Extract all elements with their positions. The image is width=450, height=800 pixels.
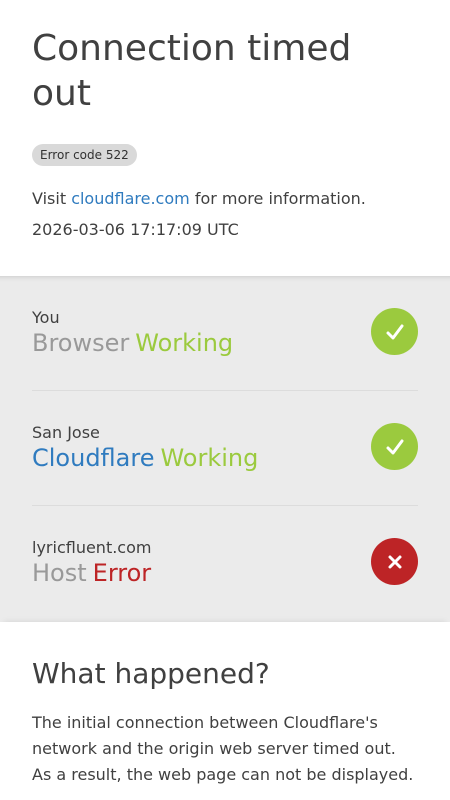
checkmark-glyph (386, 324, 403, 339)
row-state: Working (135, 329, 234, 357)
checkmark-icon (371, 423, 418, 470)
checkmark-icon (371, 308, 418, 355)
what-happened-section: What happened? The initial connection be… (0, 622, 450, 800)
row-location: lyricfluent.com (32, 538, 152, 557)
row-state: Error (92, 559, 152, 587)
status-row-host: lyricfluent.com Host Error (32, 506, 418, 621)
info-prefix: Visit (32, 189, 72, 208)
checkmark-glyph (386, 439, 403, 454)
what-happened-heading: What happened? (32, 657, 270, 690)
info-suffix: for more information. (189, 189, 366, 208)
x-glyph (388, 555, 401, 568)
status-row-cloudflare: San Jose Cloudflare Working (32, 391, 418, 506)
row-main: Browser Working (32, 328, 233, 358)
cloudflare-link[interactable]: cloudflare.com (71, 189, 190, 208)
error-header: Connection timed out Error code 522 Visi… (0, 0, 450, 252)
row-name: Host (32, 559, 87, 587)
row-state: Working (160, 444, 259, 472)
row-main: Host Error (32, 558, 151, 588)
page-title: Connection timed out (32, 28, 352, 114)
timestamp: 2026-03-06 17:17:09 UTC (32, 220, 239, 239)
row-main: Cloudflare Working (32, 443, 258, 473)
row-location: You (32, 308, 60, 327)
status-row-browser: You Browser Working (32, 276, 418, 391)
info-line: Visit cloudflare.com for more informatio… (32, 188, 418, 210)
x-icon (371, 538, 418, 585)
row-location: San Jose (32, 423, 100, 442)
status-section: You Browser Working San Jose Cloudflare Wo… (0, 276, 450, 622)
row-name: Cloudflare (32, 444, 155, 472)
error-code-badge: Error code 522 (32, 144, 137, 166)
what-happened-body: The initial connection between Cloudflar… (32, 713, 414, 784)
row-name: Browser (32, 329, 130, 357)
